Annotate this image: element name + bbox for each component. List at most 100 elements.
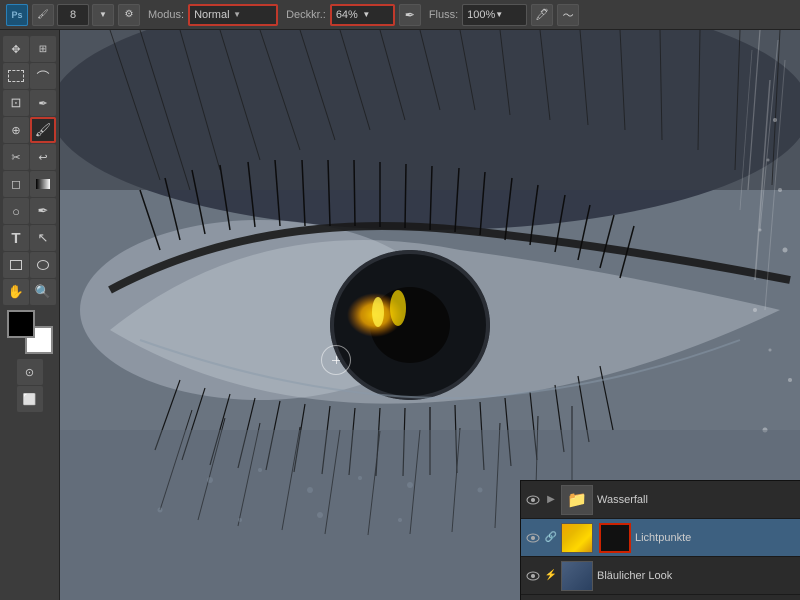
tool-quick-mask[interactable]: ⊙ (17, 359, 43, 385)
tool-dodge[interactable]: ○ (3, 198, 29, 224)
tool-row-9 (3, 252, 56, 278)
smoothing-btn[interactable]: 〜 (557, 4, 579, 26)
tool-row-10: ✋ 🔍 (3, 279, 56, 305)
layer-visibility-lichtpunkte[interactable] (525, 530, 541, 546)
tool-row-4: ⊕ 🖌 (3, 117, 56, 143)
tool-brush[interactable]: 🖌 (30, 117, 56, 143)
tool-pen[interactable]: ✒ (30, 198, 56, 224)
hand-icon: ✋ (8, 284, 24, 300)
layer-link-lichtpunkte: 🔗 (545, 532, 557, 544)
modus-label: Modus: (148, 9, 184, 21)
path-select-icon: ↖ (38, 230, 49, 246)
opacity-dropdown[interactable]: 64% ▼ (330, 4, 395, 26)
screen-mode-icon: ⬜ (23, 393, 37, 406)
layer-name-blaulicher: Bläulicher Look (597, 570, 796, 582)
artboard-icon: ⊞ (39, 44, 47, 55)
eye-icon-lichtpunkte (526, 533, 540, 543)
airbrush-btn[interactable]: ✒ (399, 4, 421, 26)
tool-hand[interactable]: ✋ (3, 279, 29, 305)
layers-panel: ▶ 📁 Wasserfall 🔗 Lichtpunkte (520, 480, 800, 600)
tool-artboard[interactable]: ⊞ (30, 36, 56, 62)
layer-visibility-wasserfall[interactable] (525, 492, 541, 508)
layer-name-wasserfall: Wasserfall (597, 494, 796, 506)
tool-spot-heal[interactable]: ⊕ (3, 117, 29, 143)
color-swatches[interactable] (7, 310, 53, 354)
layer-thumb-mask (599, 523, 631, 553)
tool-path-select[interactable]: ↖ (30, 225, 56, 251)
brush-size-section: 🖌 8 ▼ (32, 4, 114, 26)
lasso-icon: ⌒ (36, 67, 49, 86)
tool-text[interactable]: T (3, 225, 29, 251)
flow-label: Fluss: (429, 9, 458, 21)
shape-ellipse-icon (37, 260, 49, 270)
tool-eraser[interactable]: ◻ (3, 171, 29, 197)
pen-icon: ✒ (38, 203, 49, 219)
folder-icon: 📁 (567, 490, 587, 510)
tool-row-modes: ⊙ (17, 359, 43, 385)
layer-chain-blaulicher: ⚡ (545, 570, 557, 582)
clone-icon: ✂ (11, 151, 20, 164)
tool-screen-mode[interactable]: ⬜ (17, 386, 43, 412)
tool-row-8: T ↖ (3, 225, 56, 251)
layer-thumb-wasserfall: 📁 (561, 485, 593, 515)
brush-size-input[interactable]: 8 (57, 4, 89, 26)
spot-heal-icon: ⊕ (11, 124, 20, 137)
brush-preset-btn[interactable]: 🖌 (32, 4, 54, 26)
tool-history-brush[interactable]: ↩ (30, 144, 56, 170)
tool-row-1: ✥ ⊞ (3, 36, 56, 62)
modus-dropdown[interactable]: Normal ▼ (188, 4, 278, 26)
flow-value: 100% (467, 9, 495, 21)
tool-crop[interactable]: ⊡ (3, 90, 29, 116)
layer-thumb-blaulicher (561, 561, 593, 591)
brush-options-btn[interactable]: ⚙ (118, 4, 140, 26)
tool-row-screen: ⬜ (17, 386, 43, 412)
layer-row-lichtpunkte[interactable]: 🔗 Lichtpunkte (521, 519, 800, 557)
foreground-color[interactable] (7, 310, 35, 338)
opacity-arrow: ▼ (362, 10, 389, 19)
tool-shape-ellipse[interactable] (30, 252, 56, 278)
opacity-label: Deckkr.: (286, 9, 326, 21)
layer-name-lichtpunkte: Lichtpunkte (635, 532, 796, 544)
history-brush-icon: ↩ (38, 151, 47, 164)
tool-row-3: ⊡ ✒ (3, 90, 56, 116)
layer-thumb-yellow (561, 523, 593, 553)
tool-eyedropper[interactable]: ✒ (30, 90, 56, 116)
quick-mask-icon: ⊙ (25, 366, 34, 379)
crop-icon: ⊡ (11, 95, 22, 111)
eye-icon (526, 495, 540, 505)
link-icon: 🔗 (545, 532, 557, 543)
brush-icon: 🖌 (35, 122, 52, 138)
stylus-pressure-btn[interactable]: 🖊 (531, 4, 553, 26)
zoom-icon: 🔍 (35, 284, 51, 300)
tool-shape-rect[interactable] (3, 252, 29, 278)
dodge-icon: ○ (12, 204, 20, 219)
tool-row-2: ⌒ (3, 63, 56, 89)
left-sidebar: ✥ ⊞ ⌒ ⊡ ✒ ⊕ 🖌 ✂ ↩ (0, 30, 60, 600)
tool-select-rect[interactable] (3, 63, 29, 89)
text-icon: T (11, 230, 20, 247)
shape-rect-icon (10, 260, 22, 270)
layer-row-wasserfall[interactable]: ▶ 📁 Wasserfall (521, 481, 800, 519)
layer-chain-wasserfall: ▶ (545, 494, 557, 506)
modus-arrow: ▼ (233, 10, 272, 19)
eyedropper-icon: ✒ (38, 97, 47, 110)
eraser-icon: ◻ (11, 177, 21, 191)
brush-size-arrow[interactable]: ▼ (92, 4, 114, 26)
canvas-area[interactable]: ▶ 📁 Wasserfall 🔗 Lichtpunkte (60, 30, 800, 600)
modus-value: Normal (194, 9, 233, 21)
layer-visibility-blaulicher[interactable] (525, 568, 541, 584)
layer-row-blaulicher[interactable]: ⚡ Bläulicher Look (521, 557, 800, 595)
tool-select-lasso[interactable]: ⌒ (30, 63, 56, 89)
gradient-icon (36, 179, 50, 189)
tool-move[interactable]: ✥ (3, 36, 29, 62)
tool-gradient[interactable] (30, 171, 56, 197)
flow-dropdown[interactable]: 100% ▼ (462, 4, 527, 26)
tool-zoom[interactable]: 🔍 (30, 279, 56, 305)
tool-clone[interactable]: ✂ (3, 144, 29, 170)
flow-arrow: ▼ (495, 10, 522, 19)
app-icon[interactable]: Ps (6, 4, 28, 26)
tool-row-7: ○ ✒ (3, 198, 56, 224)
select-rect-icon (8, 70, 24, 82)
eye-icon-blaulicher (526, 571, 540, 581)
tool-row-6: ◻ (3, 171, 56, 197)
